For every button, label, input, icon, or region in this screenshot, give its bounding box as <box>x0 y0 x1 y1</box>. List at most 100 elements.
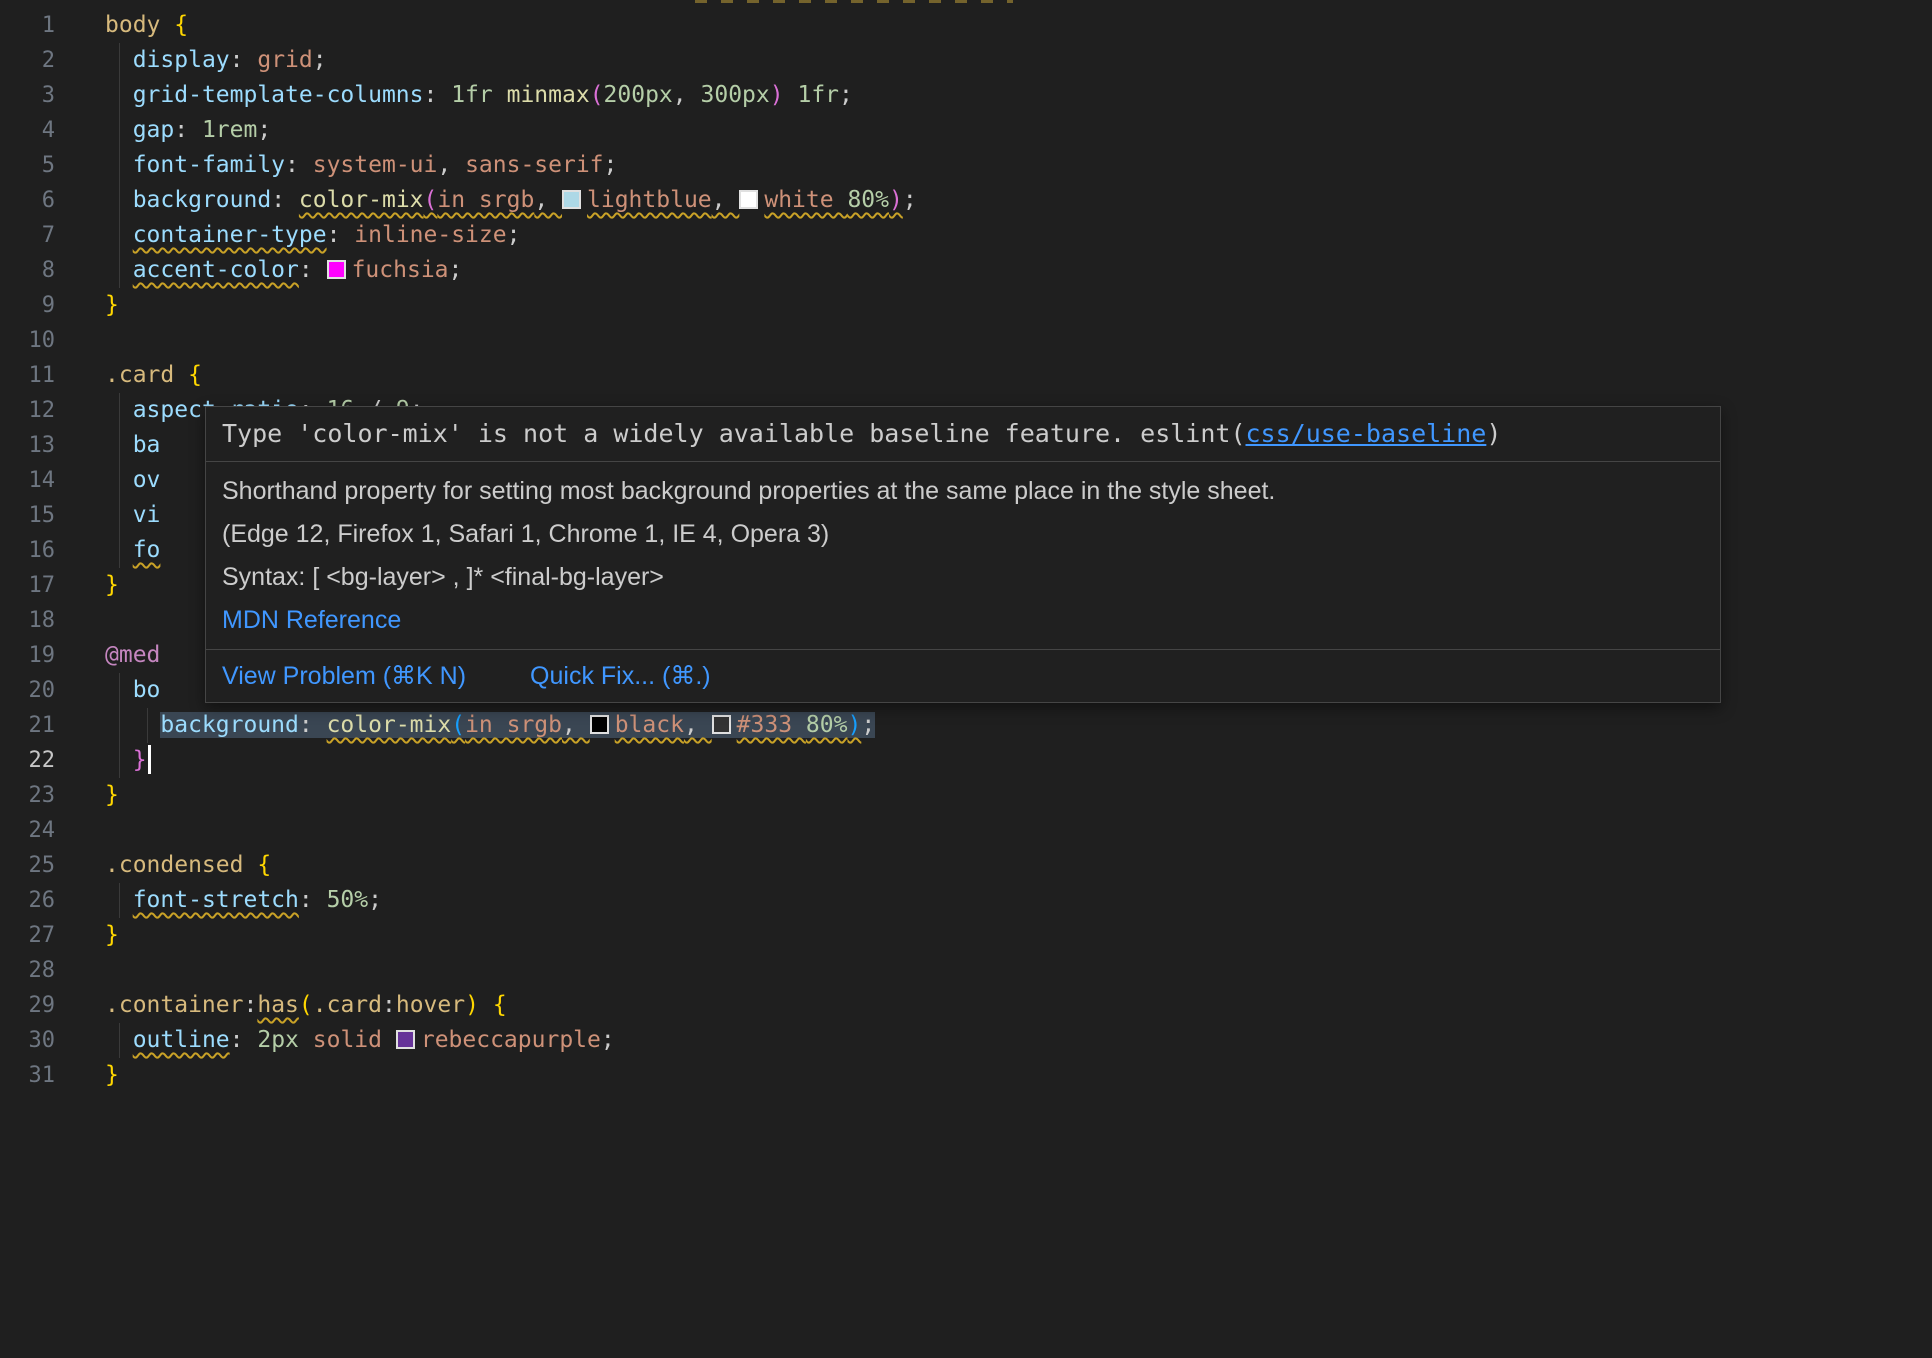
mdn-reference-link[interactable]: MDN Reference <box>222 606 401 634</box>
code-token: , <box>562 712 590 738</box>
line-content[interactable]: outline: 2px solid rebeccapurple; <box>55 1023 1932 1058</box>
code-token <box>479 992 493 1018</box>
code-line[interactable]: 2 display: grid; <box>0 43 1932 78</box>
line-content[interactable]: background: color-mix(in srgb, lightblue… <box>55 183 1932 218</box>
code-line[interactable]: 11.card { <box>0 358 1932 393</box>
line-number: 23 <box>0 778 55 813</box>
code-token: white <box>764 187 847 213</box>
view-problem-action[interactable]: View Problem (⌘K N) <box>222 660 466 692</box>
code-line[interactable]: 4 gap: 1rem; <box>0 113 1932 148</box>
code-token: } <box>105 572 119 598</box>
code-token: ; <box>604 152 618 178</box>
color-swatch[interactable] <box>739 190 758 209</box>
code-token: black <box>615 712 684 738</box>
doc-section: Shorthand property for setting most back… <box>206 462 1720 649</box>
line-content[interactable]: } <box>55 288 1932 323</box>
code-line[interactable]: 1body { <box>0 8 1932 43</box>
code-line[interactable]: 25.condensed { <box>0 848 1932 883</box>
code-line[interactable]: 3 grid-template-columns: 1fr minmax(200p… <box>0 78 1932 113</box>
code-token: : <box>299 887 327 913</box>
line-content[interactable]: body { <box>55 8 1932 43</box>
line-content[interactable]: .card { <box>55 358 1932 393</box>
code-token: ; <box>903 187 917 213</box>
code-token: 1rem <box>202 117 257 143</box>
line-content[interactable]: font-stretch: 50%; <box>55 883 1932 918</box>
code-line[interactable]: 7 container-type: inline-size; <box>0 218 1932 253</box>
code-token: : <box>299 257 327 283</box>
line-number: 2 <box>0 43 55 78</box>
code-line[interactable]: 26 font-stretch: 50%; <box>0 883 1932 918</box>
code-line[interactable]: 9} <box>0 288 1932 323</box>
code-token: sans-serif <box>465 152 603 178</box>
indent-guide <box>119 463 120 498</box>
code-token: gap <box>133 117 175 143</box>
code-token: #333 <box>737 712 806 738</box>
code-line[interactable]: 10 <box>0 323 1932 358</box>
line-number: 24 <box>0 813 55 848</box>
color-swatch[interactable] <box>396 1030 415 1049</box>
line-content[interactable]: .container:has(.card:hover) { <box>55 988 1932 1023</box>
line-content[interactable]: } <box>55 743 1932 778</box>
code-token: : <box>382 992 396 1018</box>
line-content[interactable]: font-family: system-ui, sans-serif; <box>55 148 1932 183</box>
code-line[interactable]: 23} <box>0 778 1932 813</box>
code-line[interactable]: 24 <box>0 813 1932 848</box>
color-swatch[interactable] <box>327 260 346 279</box>
code-line[interactable]: 22 } <box>0 743 1932 778</box>
line-number: 12 <box>0 393 55 428</box>
code-token: ( <box>424 187 438 213</box>
quick-fix-action[interactable]: Quick Fix... (⌘.) <box>530 660 711 692</box>
code-token: ; <box>449 257 463 283</box>
line-content[interactable]: gap: 1rem; <box>55 113 1932 148</box>
eslint-rule-link[interactable]: css/use-baseline <box>1246 419 1487 448</box>
line-content[interactable]: .condensed { <box>55 848 1932 883</box>
code-line[interactable]: 6 background: color-mix(in srgb, lightbl… <box>0 183 1932 218</box>
code-line[interactable]: 30 outline: 2px solid rebeccapurple; <box>0 1023 1932 1058</box>
code-token: .card <box>105 362 188 388</box>
line-content[interactable]: container-type: inline-size; <box>55 218 1932 253</box>
line-content[interactable] <box>55 953 1932 988</box>
line-content[interactable] <box>55 323 1932 358</box>
code-line[interactable]: 27} <box>0 918 1932 953</box>
color-swatch[interactable] <box>712 715 731 734</box>
indent-guide <box>119 218 120 253</box>
code-token: font-stretch <box>133 887 299 913</box>
code-token: ( <box>590 82 604 108</box>
line-content[interactable]: } <box>55 778 1932 813</box>
code-token: container-type <box>133 222 327 248</box>
line-number: 25 <box>0 848 55 883</box>
line-content[interactable]: } <box>55 1058 1932 1093</box>
code-token: fo <box>133 537 161 563</box>
color-swatch[interactable] <box>562 190 581 209</box>
line-content[interactable]: grid-template-columns: 1fr minmax(200px,… <box>55 78 1932 113</box>
code-token: { <box>493 992 507 1018</box>
line-content[interactable]: display: grid; <box>55 43 1932 78</box>
code-line[interactable]: 21 background: color-mix(in srgb, black,… <box>0 708 1932 743</box>
code-line[interactable]: 5 font-family: system-ui, sans-serif; <box>0 148 1932 183</box>
line-content[interactable]: background: color-mix(in srgb, black, #3… <box>55 708 1932 743</box>
code-token: , <box>684 712 712 738</box>
code-token: ) <box>770 82 784 108</box>
line-number: 18 <box>0 603 55 638</box>
code-token: body <box>105 12 174 38</box>
code-token: , <box>534 187 562 213</box>
line-number: 19 <box>0 638 55 673</box>
code-token: : <box>243 992 257 1018</box>
indent-guide <box>119 78 120 113</box>
color-swatch[interactable] <box>590 715 609 734</box>
code-line[interactable]: 29.container:has(.card:hover) { <box>0 988 1932 1023</box>
line-content[interactable]: } <box>55 918 1932 953</box>
line-number: 21 <box>0 708 55 743</box>
line-content[interactable]: accent-color: fuchsia; <box>55 253 1932 288</box>
code-token: background <box>133 187 271 213</box>
line-content[interactable] <box>55 813 1932 848</box>
code-token: } <box>105 1062 119 1088</box>
code-line[interactable]: 31} <box>0 1058 1932 1093</box>
code-token: accent-color <box>133 257 299 283</box>
line-number: 26 <box>0 883 55 918</box>
line-number: 27 <box>0 918 55 953</box>
code-token: : <box>230 47 258 73</box>
code-line[interactable]: 28 <box>0 953 1932 988</box>
code-line[interactable]: 8 accent-color: fuchsia; <box>0 253 1932 288</box>
line-number: 10 <box>0 323 55 358</box>
